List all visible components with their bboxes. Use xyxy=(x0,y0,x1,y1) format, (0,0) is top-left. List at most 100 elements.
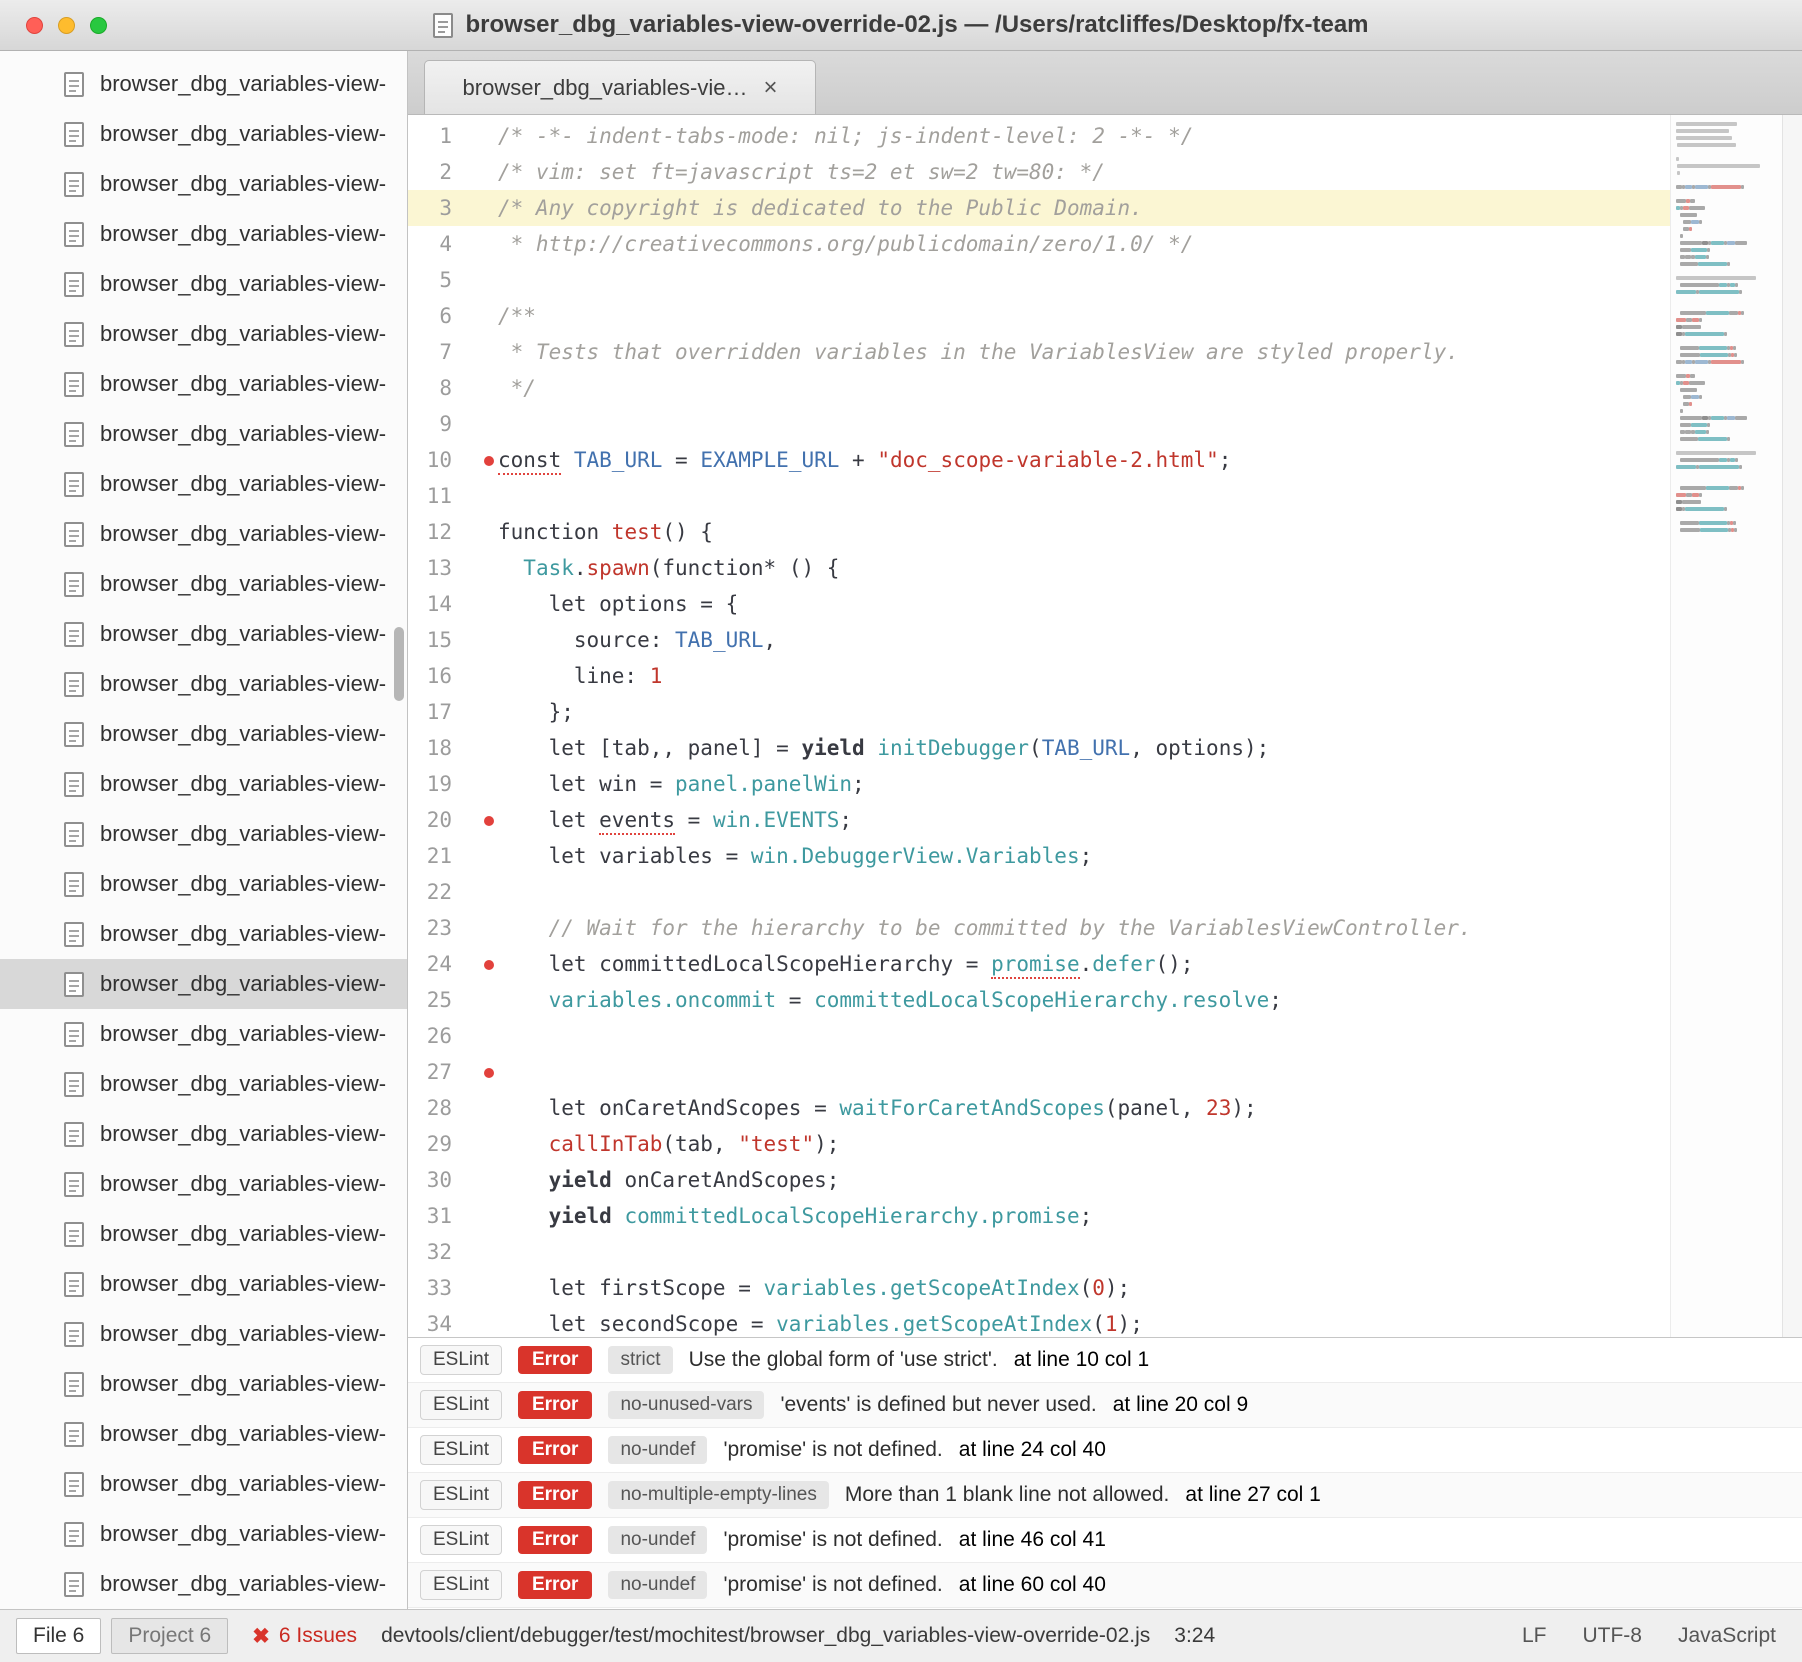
line-number[interactable]: 27 xyxy=(408,1054,452,1090)
lint-location-link[interactable]: at line 24 col 40 xyxy=(959,1438,1106,1462)
editor-scrollbar[interactable] xyxy=(1782,115,1802,1337)
line-number[interactable]: 34 xyxy=(408,1306,452,1337)
lint-location-link[interactable]: at line 10 col 1 xyxy=(1014,1348,1149,1372)
lint-location-link[interactable]: at line 20 col 9 xyxy=(1113,1393,1248,1417)
sidebar-file-item[interactable]: browser_dbg_variables-view- xyxy=(0,1459,407,1509)
sidebar-file-item[interactable]: browser_dbg_variables-view- xyxy=(0,609,407,659)
lint-message-row[interactable]: ESLintErrorno-undef'promise' is not defi… xyxy=(408,1428,1802,1473)
line-number[interactable]: 11 xyxy=(408,478,452,514)
code-line[interactable]: 1/* -*- indent-tabs-mode: nil; js-indent… xyxy=(408,118,1670,154)
sidebar-file-item[interactable]: browser_dbg_variables-view- xyxy=(0,1009,407,1059)
code-line[interactable]: 15 source: TAB_URL, xyxy=(408,622,1670,658)
sidebar-scrollbar-thumb[interactable] xyxy=(394,627,404,701)
line-number[interactable]: 3 xyxy=(408,190,452,226)
line-number[interactable]: 19 xyxy=(408,766,452,802)
code-line[interactable]: 12function test() { xyxy=(408,514,1670,550)
line-number[interactable]: 22 xyxy=(408,874,452,910)
sidebar-file-item[interactable]: browser_dbg_variables-view- xyxy=(0,859,407,909)
sidebar-file-item[interactable]: browser_dbg_variables-view- xyxy=(0,109,407,159)
code-line[interactable]: 5 xyxy=(408,262,1670,298)
lint-message-row[interactable]: ESLintErrorno-unused-vars'events' is def… xyxy=(408,1383,1802,1428)
line-number[interactable]: 4 xyxy=(408,226,452,262)
line-number[interactable]: 13 xyxy=(408,550,452,586)
sidebar-file-item[interactable]: browser_dbg_variables-view- xyxy=(0,1109,407,1159)
line-number[interactable]: 26 xyxy=(408,1018,452,1054)
line-number[interactable]: 6 xyxy=(408,298,452,334)
sidebar-file-item[interactable]: browser_dbg_variables-view- xyxy=(0,259,407,309)
code-line[interactable]: 4 * http://creativecommons.org/publicdom… xyxy=(408,226,1670,262)
code-line[interactable]: 11 xyxy=(408,478,1670,514)
code-line[interactable]: 19 let win = panel.panelWin; xyxy=(408,766,1670,802)
line-number[interactable]: 28 xyxy=(408,1090,452,1126)
sidebar-file-item[interactable]: browser_dbg_variables-view- xyxy=(0,959,407,1009)
sidebar-file-item[interactable]: browser_dbg_variables-view- xyxy=(0,59,407,109)
code-line[interactable]: 34 let secondScope = variables.getScopeA… xyxy=(408,1306,1670,1337)
file-path[interactable]: devtools/client/debugger/test/mochitest/… xyxy=(381,1624,1150,1648)
line-number[interactable]: 14 xyxy=(408,586,452,622)
sidebar-file-item[interactable]: browser_dbg_variables-view- xyxy=(0,1309,407,1359)
line-number[interactable]: 5 xyxy=(408,262,452,298)
line-number[interactable]: 23 xyxy=(408,910,452,946)
close-window-button[interactable] xyxy=(26,17,43,34)
zoom-window-button[interactable] xyxy=(90,17,107,34)
code-line[interactable]: 29 callInTab(tab, "test"); xyxy=(408,1126,1670,1162)
code-line[interactable]: 6/** xyxy=(408,298,1670,334)
sidebar-file-item[interactable]: browser_dbg_variables-view- xyxy=(0,1559,407,1609)
lint-message-row[interactable]: ESLintErrorno-multiple-empty-linesMore t… xyxy=(408,1473,1802,1518)
sidebar-file-item[interactable]: browser_dbg_variables-view- xyxy=(0,1509,407,1559)
sidebar-file-item[interactable]: browser_dbg_variables-view- xyxy=(0,659,407,709)
sidebar-file-item[interactable]: browser_dbg_variables-view- xyxy=(0,709,407,759)
lint-location-link[interactable]: at line 60 col 40 xyxy=(959,1573,1106,1597)
code-line[interactable]: 16 line: 1 xyxy=(408,658,1670,694)
code-line[interactable]: 33 let firstScope = variables.getScopeAt… xyxy=(408,1270,1670,1306)
code-line[interactable]: 20 let events = win.EVENTS; xyxy=(408,802,1670,838)
sidebar-file-item[interactable]: browser_dbg_variables-view- xyxy=(0,409,407,459)
line-number[interactable]: 10 xyxy=(408,442,452,478)
sidebar-file-item[interactable]: browser_dbg_variables-view- xyxy=(0,459,407,509)
sidebar-file-item[interactable]: browser_dbg_variables-view- xyxy=(0,359,407,409)
line-number[interactable]: 17 xyxy=(408,694,452,730)
line-number[interactable]: 2 xyxy=(408,154,452,190)
line-number[interactable]: 21 xyxy=(408,838,452,874)
lint-message-row[interactable]: ESLintErrorstrictUse the global form of … xyxy=(408,1338,1802,1383)
line-number[interactable]: 16 xyxy=(408,658,452,694)
code-line[interactable]: 8 */ xyxy=(408,370,1670,406)
line-number[interactable]: 1 xyxy=(408,118,452,154)
minimize-window-button[interactable] xyxy=(58,17,75,34)
code-line[interactable]: 2/* vim: set ft=javascript ts=2 et sw=2 … xyxy=(408,154,1670,190)
code-line[interactable]: 27 xyxy=(408,1054,1670,1090)
code-line[interactable]: 18 let [tab,, panel] = yield initDebugge… xyxy=(408,730,1670,766)
code-editor[interactable]: 1/* -*- indent-tabs-mode: nil; js-indent… xyxy=(408,115,1670,1337)
line-ending-indicator[interactable]: LF xyxy=(1522,1624,1547,1648)
line-number[interactable]: 31 xyxy=(408,1198,452,1234)
code-line[interactable]: 32 xyxy=(408,1234,1670,1270)
lint-location-link[interactable]: at line 27 col 1 xyxy=(1185,1483,1320,1507)
tab-close-icon[interactable]: × xyxy=(763,76,777,100)
code-line[interactable]: 26 xyxy=(408,1018,1670,1054)
sidebar-file-item[interactable]: browser_dbg_variables-view- xyxy=(0,759,407,809)
sidebar-file-item[interactable]: browser_dbg_variables-view- xyxy=(0,1259,407,1309)
lint-message-row[interactable]: ESLintErrorno-undef'promise' is not defi… xyxy=(408,1518,1802,1563)
line-number[interactable]: 25 xyxy=(408,982,452,1018)
code-line[interactable]: 14 let options = { xyxy=(408,586,1670,622)
code-line[interactable]: 17 }; xyxy=(408,694,1670,730)
code-line[interactable]: 13 Task.spawn(function* () { xyxy=(408,550,1670,586)
line-number[interactable]: 32 xyxy=(408,1234,452,1270)
line-number[interactable]: 12 xyxy=(408,514,452,550)
sidebar-file-item[interactable]: browser_dbg_variables-view- xyxy=(0,309,407,359)
sidebar-file-item[interactable]: browser_dbg_variables-view- xyxy=(0,1159,407,1209)
sidebar-file-item[interactable]: browser_dbg_variables-view- xyxy=(0,1409,407,1459)
sidebar-file-item[interactable]: browser_dbg_variables-view- xyxy=(0,509,407,559)
sidebar-file-item[interactable]: browser_dbg_variables-view- xyxy=(0,1209,407,1259)
code-line[interactable]: 30 yield onCaretAndScopes; xyxy=(408,1162,1670,1198)
line-number[interactable]: 24 xyxy=(408,946,452,982)
cursor-position[interactable]: 3:24 xyxy=(1174,1624,1215,1648)
sidebar-file-item[interactable]: browser_dbg_variables-view- xyxy=(0,159,407,209)
sidebar-file-item[interactable]: browser_dbg_variables-view- xyxy=(0,809,407,859)
minimap[interactable] xyxy=(1670,115,1782,1337)
line-number[interactable]: 18 xyxy=(408,730,452,766)
sidebar-file-item[interactable]: browser_dbg_variables-view- xyxy=(0,209,407,259)
sidebar-file-item[interactable]: browser_dbg_variables-view- xyxy=(0,909,407,959)
code-line[interactable]: 28 let onCaretAndScopes = waitForCaretAn… xyxy=(408,1090,1670,1126)
lint-location-link[interactable]: at line 46 col 41 xyxy=(959,1528,1106,1552)
